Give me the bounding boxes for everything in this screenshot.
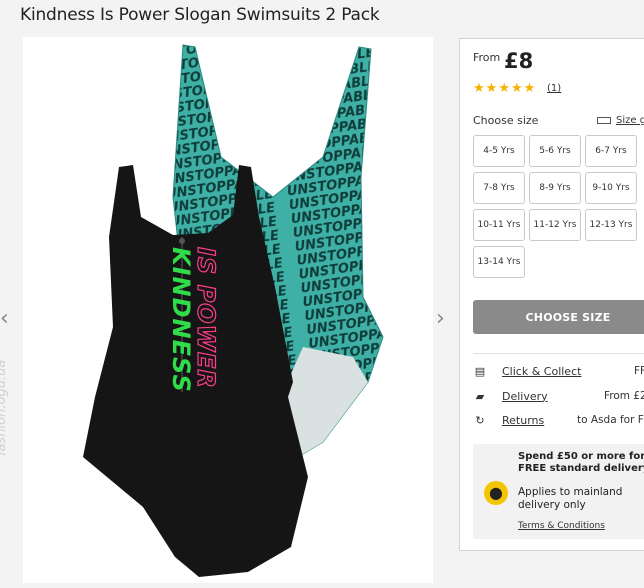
previous-image-arrow[interactable]: ‹: [0, 308, 9, 330]
truck-icon: ▰: [475, 389, 485, 403]
star-icon: ★: [510, 81, 523, 96]
size-option[interactable]: 6-7 Yrs: [585, 135, 637, 167]
size-option[interactable]: 13-14 Yrs: [473, 246, 525, 278]
price-from-label: From: [473, 51, 501, 64]
click-collect-link[interactable]: Click & Collect: [502, 365, 581, 378]
terms-link[interactable]: Terms & Conditions: [518, 521, 605, 531]
star-icon: ★: [485, 81, 498, 96]
size-option[interactable]: 11-12 Yrs: [529, 209, 581, 241]
delivery-promo: ⬤ Spend £50 or more for FREE standard de…: [473, 444, 644, 539]
delivery-link[interactable]: Delivery: [502, 390, 548, 403]
click-collect-value: FF: [634, 365, 644, 377]
next-image-arrow[interactable]: ›: [436, 308, 445, 330]
reviews-count-link[interactable]: (1): [547, 83, 561, 94]
product-title: Kindness Is Power Slogan Swimsuits 2 Pac…: [20, 5, 380, 25]
watermark: fashion.ogu.ua: [0, 359, 9, 456]
returns-link[interactable]: Returns: [502, 414, 544, 427]
store-icon: ▤: [474, 364, 486, 378]
delivery-value: From £2: [604, 390, 644, 402]
return-icon: ↻: [475, 413, 485, 427]
choose-size-button[interactable]: CHOOSE SIZE: [473, 300, 644, 334]
star-icon: ★: [523, 81, 536, 96]
size-option[interactable]: 4-5 Yrs: [473, 135, 525, 167]
promo-body: Applies to mainland delivery only: [518, 486, 623, 511]
service-returns: ↻ Returns: [473, 413, 544, 427]
size-option[interactable]: 9-10 Yrs: [585, 172, 637, 204]
divider: [473, 353, 644, 354]
size-option[interactable]: 5-6 Yrs: [529, 135, 581, 167]
size-option[interactable]: 8-9 Yrs: [529, 172, 581, 204]
size-option[interactable]: 10-11 Yrs: [473, 209, 525, 241]
size-guide-link[interactable]: Size gu: [597, 115, 644, 126]
size-option[interactable]: 7-8 Yrs: [473, 172, 525, 204]
purchase-panel: From £8 ★ ★ ★ ★ ★ (1) Choose size Size g…: [459, 38, 644, 551]
service-click-collect: ▤ Click & Collect: [473, 364, 582, 378]
rating-stars: ★ ★ ★ ★ ★: [473, 82, 535, 95]
star-icon: ★: [498, 81, 510, 96]
promo-headline: Spend £50 or more for FREE standard deli…: [518, 451, 644, 474]
product-image-gallery: UNSTOPPABLE KINDNESS IS POWER: [23, 37, 433, 583]
is-power-slogan: IS POWER: [192, 247, 220, 389]
choose-size-label: Choose size: [473, 114, 539, 127]
returns-value: to Asda for FR: [577, 414, 644, 426]
service-delivery: ▰ Delivery: [473, 389, 548, 403]
tag-icon: ⬤: [484, 481, 508, 505]
swimsuits-image: UNSTOPPABLE KINDNESS IS POWER: [83, 44, 384, 577]
price: £8: [504, 49, 534, 73]
size-options: 4-5 Yrs 5-6 Yrs 6-7 Yrs 7-8 Yrs 8-9 Yrs …: [473, 135, 637, 278]
size-option[interactable]: 12-13 Yrs: [585, 209, 637, 241]
star-icon: ★: [473, 81, 485, 96]
kindness-slogan: KINDNESS: [167, 247, 195, 393]
ruler-icon: [597, 117, 611, 124]
size-guide-label: Size gu: [616, 115, 644, 126]
product-page: Kindness Is Power Slogan Swimsuits 2 Pac…: [0, 0, 644, 588]
